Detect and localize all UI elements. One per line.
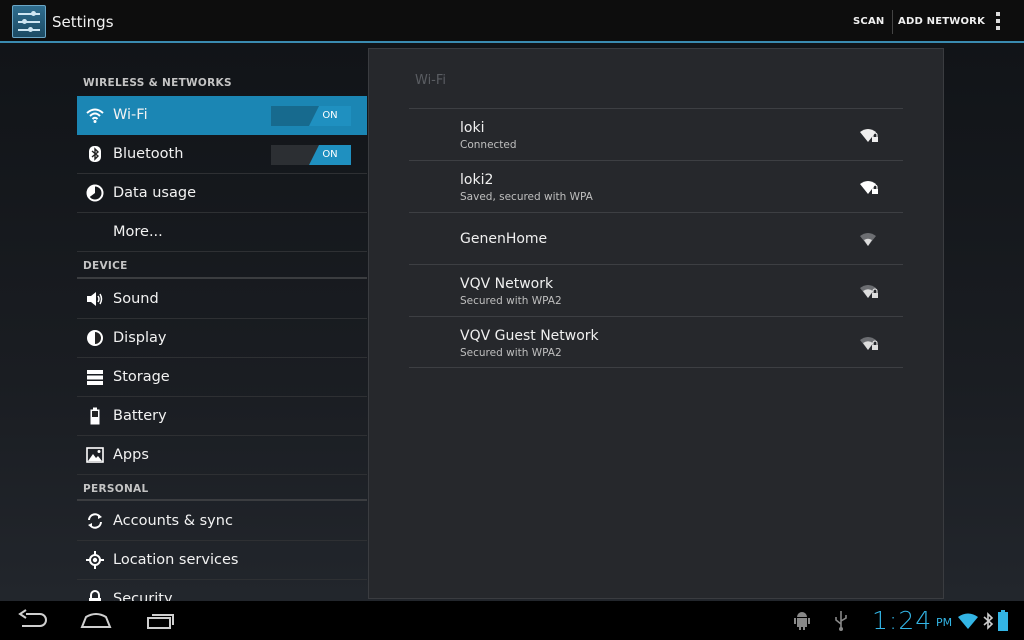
- sidebar-item-label: More...: [113, 224, 163, 240]
- network-status: Saved, secured with WPA: [460, 191, 593, 203]
- sidebar-item-label: Apps: [113, 447, 149, 463]
- section-header-device: DEVICE: [83, 260, 128, 272]
- app-title: Settings: [52, 13, 114, 31]
- action-bar: Settings SCAN ADD NETWORK: [0, 0, 1024, 43]
- wifi-icon: [86, 108, 104, 123]
- section-header-wireless: WIRELESS & NETWORKS: [83, 77, 232, 89]
- section-divider: [77, 499, 367, 501]
- action-divider: [892, 10, 893, 34]
- sidebar-item-storage[interactable]: Storage: [77, 358, 367, 397]
- sidebar-item-bluetooth[interactable]: Bluetooth ON: [77, 135, 367, 174]
- sidebar-item-label: Accounts & sync: [113, 513, 233, 529]
- wifi-signal-icon: [860, 233, 876, 246]
- network-name: GenenHome: [460, 231, 548, 247]
- sidebar-item-label: Data usage: [113, 185, 196, 201]
- data-usage-icon: [86, 184, 104, 202]
- sidebar-item-security[interactable]: Security: [77, 580, 367, 601]
- settings-app-icon[interactable]: [12, 5, 46, 38]
- network-status: Secured with WPA2: [460, 347, 562, 359]
- settings-list[interactable]: WIRELESS & NETWORKS Wi-Fi ON Bluetooth O…: [77, 43, 367, 601]
- network-name: loki: [460, 120, 485, 136]
- network-item-vqv-network[interactable]: VQV Network Secured with WPA2: [409, 264, 903, 316]
- sync-icon: [88, 513, 102, 529]
- network-item-genenhome[interactable]: GenenHome: [409, 212, 903, 264]
- sidebar-item-data-usage[interactable]: Data usage: [77, 174, 367, 213]
- sidebar-item-label: Sound: [113, 291, 159, 307]
- battery-status-icon: [998, 610, 1008, 631]
- sidebar-item-label: Storage: [113, 369, 170, 385]
- network-status: Secured with WPA2: [460, 295, 562, 307]
- wifi-toggle[interactable]: ON: [271, 106, 351, 126]
- back-icon[interactable]: [16, 609, 48, 631]
- home-icon[interactable]: [80, 609, 112, 631]
- sidebar-item-display[interactable]: Display: [77, 319, 367, 358]
- overflow-menu-icon[interactable]: [993, 12, 1003, 32]
- wifi-signal-locked-icon: [860, 129, 878, 142]
- sidebar-item-label: Security: [113, 591, 173, 601]
- sidebar-item-label: Location services: [113, 552, 239, 568]
- sidebar-item-location-services[interactable]: Location services: [77, 541, 367, 580]
- system-bar: 1:24 PM: [0, 601, 1024, 640]
- sidebar-item-sound[interactable]: Sound: [77, 280, 367, 319]
- network-status: Connected: [460, 139, 517, 151]
- sidebar-item-label: Bluetooth: [113, 146, 184, 162]
- sidebar-item-label: Battery: [113, 408, 167, 424]
- sidebar-item-wifi[interactable]: Wi-Fi ON: [77, 96, 367, 135]
- wifi-signal-locked-icon: [860, 337, 878, 350]
- sidebar-item-more[interactable]: More...: [77, 213, 367, 252]
- usb-icon: [835, 611, 847, 631]
- wifi-panel: Wi-Fi loki Connected loki2 Saved, secure…: [368, 48, 944, 599]
- bluetooth-status-icon: [983, 612, 994, 630]
- battery-icon: [90, 407, 100, 425]
- network-name: VQV Network: [460, 276, 554, 292]
- lock-icon: [89, 590, 101, 601]
- network-name: loki2: [460, 172, 494, 188]
- network-name: VQV Guest Network: [460, 328, 599, 344]
- section-divider: [77, 277, 367, 279]
- wifi-signal-locked-icon: [860, 285, 878, 298]
- wifi-signal-locked-icon: [860, 181, 878, 194]
- sidebar-item-accounts-sync[interactable]: Accounts & sync: [77, 502, 367, 541]
- network-item-vqv-guest-network[interactable]: VQV Guest Network Secured with WPA2: [409, 316, 903, 368]
- network-item-loki[interactable]: loki Connected: [409, 108, 903, 160]
- sidebar-item-apps[interactable]: Apps: [77, 436, 367, 475]
- wifi-status-icon: [958, 613, 978, 629]
- section-header-personal: PERSONAL: [83, 483, 149, 495]
- clock-time: 1:24: [872, 606, 933, 635]
- sound-icon: [87, 292, 103, 306]
- recent-apps-icon[interactable]: [144, 609, 176, 631]
- storage-icon: [87, 370, 103, 385]
- toggle-on-label: ON: [309, 145, 351, 165]
- scan-button[interactable]: SCAN: [853, 16, 884, 27]
- network-item-loki2[interactable]: loki2 Saved, secured with WPA: [409, 160, 903, 212]
- panel-title: Wi-Fi: [415, 73, 447, 88]
- add-network-button[interactable]: ADD NETWORK: [898, 16, 985, 27]
- toggle-on-label: ON: [309, 106, 351, 126]
- sidebar-item-label: Wi-Fi: [113, 107, 148, 123]
- clock-ampm: PM: [936, 616, 953, 629]
- apps-icon: [86, 447, 104, 463]
- sidebar-item-battery[interactable]: Battery: [77, 397, 367, 436]
- bluetooth-toggle[interactable]: ON: [271, 145, 351, 165]
- sidebar-item-label: Display: [113, 330, 167, 346]
- location-icon: [86, 551, 104, 569]
- bluetooth-icon: [89, 146, 101, 162]
- android-debug-icon: [794, 612, 810, 630]
- display-icon: [87, 330, 103, 346]
